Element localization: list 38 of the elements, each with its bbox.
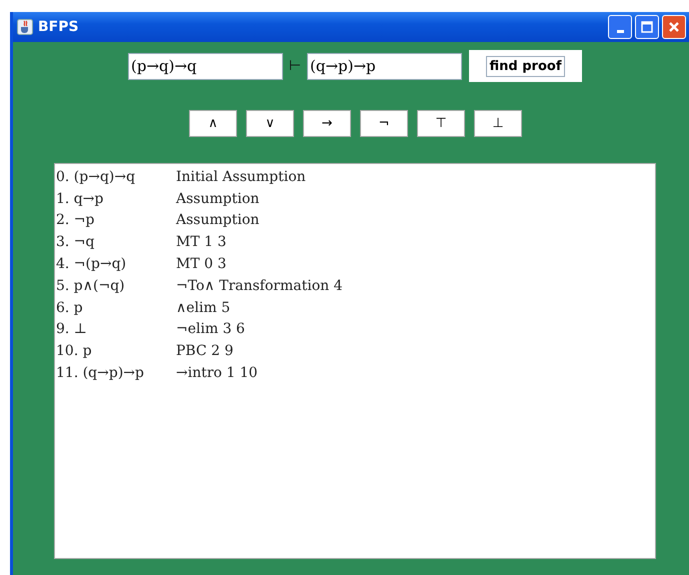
close-button[interactable] — [662, 15, 686, 39]
proof-justification: PBC 2 9 — [176, 343, 234, 360]
minimize-icon — [616, 30, 624, 32]
symbol-button[interactable]: ∨ — [246, 110, 294, 137]
symbol-button[interactable]: ¬ — [360, 110, 408, 137]
proof-justification: Assumption — [176, 190, 260, 207]
proof-justification: ¬elim 3 6 — [176, 321, 245, 338]
turnstile-symbol: ⊢ — [288, 58, 302, 74]
symbol-button[interactable]: → — [303, 110, 351, 137]
coffee-cup-icon — [17, 19, 33, 35]
symbol-button[interactable]: ∧ — [189, 110, 237, 137]
proof-justification: →intro 1 10 — [176, 365, 258, 382]
proof-formula: 1. q→p — [56, 190, 104, 207]
proof-formula: 6. p — [56, 300, 84, 316]
maximize-button[interactable] — [635, 15, 659, 39]
goal-field[interactable]: (q→p)→p — [307, 52, 462, 80]
proof-formula: 2. ¬p — [56, 212, 96, 228]
close-icon — [668, 21, 680, 33]
proof-formula: 10. p — [56, 343, 93, 360]
proof-justification: MT 0 3 — [176, 256, 226, 272]
premise-field[interactable]: (p→q)→q — [128, 52, 283, 80]
symbol-button[interactable]: ⊤ — [417, 110, 465, 137]
proof-formula: 5. p∧(¬q) — [56, 278, 126, 294]
proof-justification: Assumption — [176, 212, 260, 228]
proof-formula: 9. ⊥ — [56, 321, 88, 338]
proof-formula: 11. (q→p)→p — [56, 365, 145, 382]
minimize-button[interactable] — [608, 15, 632, 39]
proof-justification: ∧elim 5 — [176, 300, 230, 316]
proof-formula: 3. ¬q — [56, 234, 96, 250]
symbol-button[interactable]: ⊥ — [474, 110, 522, 137]
find-proof-button[interactable]: find proof — [486, 56, 566, 76]
proof-justification: ¬To∧ Transformation 4 — [176, 278, 343, 294]
proof-formula: 4. ¬(p→q) — [56, 256, 128, 272]
window-title: BFPS — [38, 19, 79, 35]
proof-formula: 0. (p→q)→q — [56, 168, 136, 185]
maximize-icon — [641, 21, 653, 33]
proof-justification: Initial Assumption — [176, 168, 306, 185]
proof-justification: MT 1 3 — [176, 234, 226, 250]
